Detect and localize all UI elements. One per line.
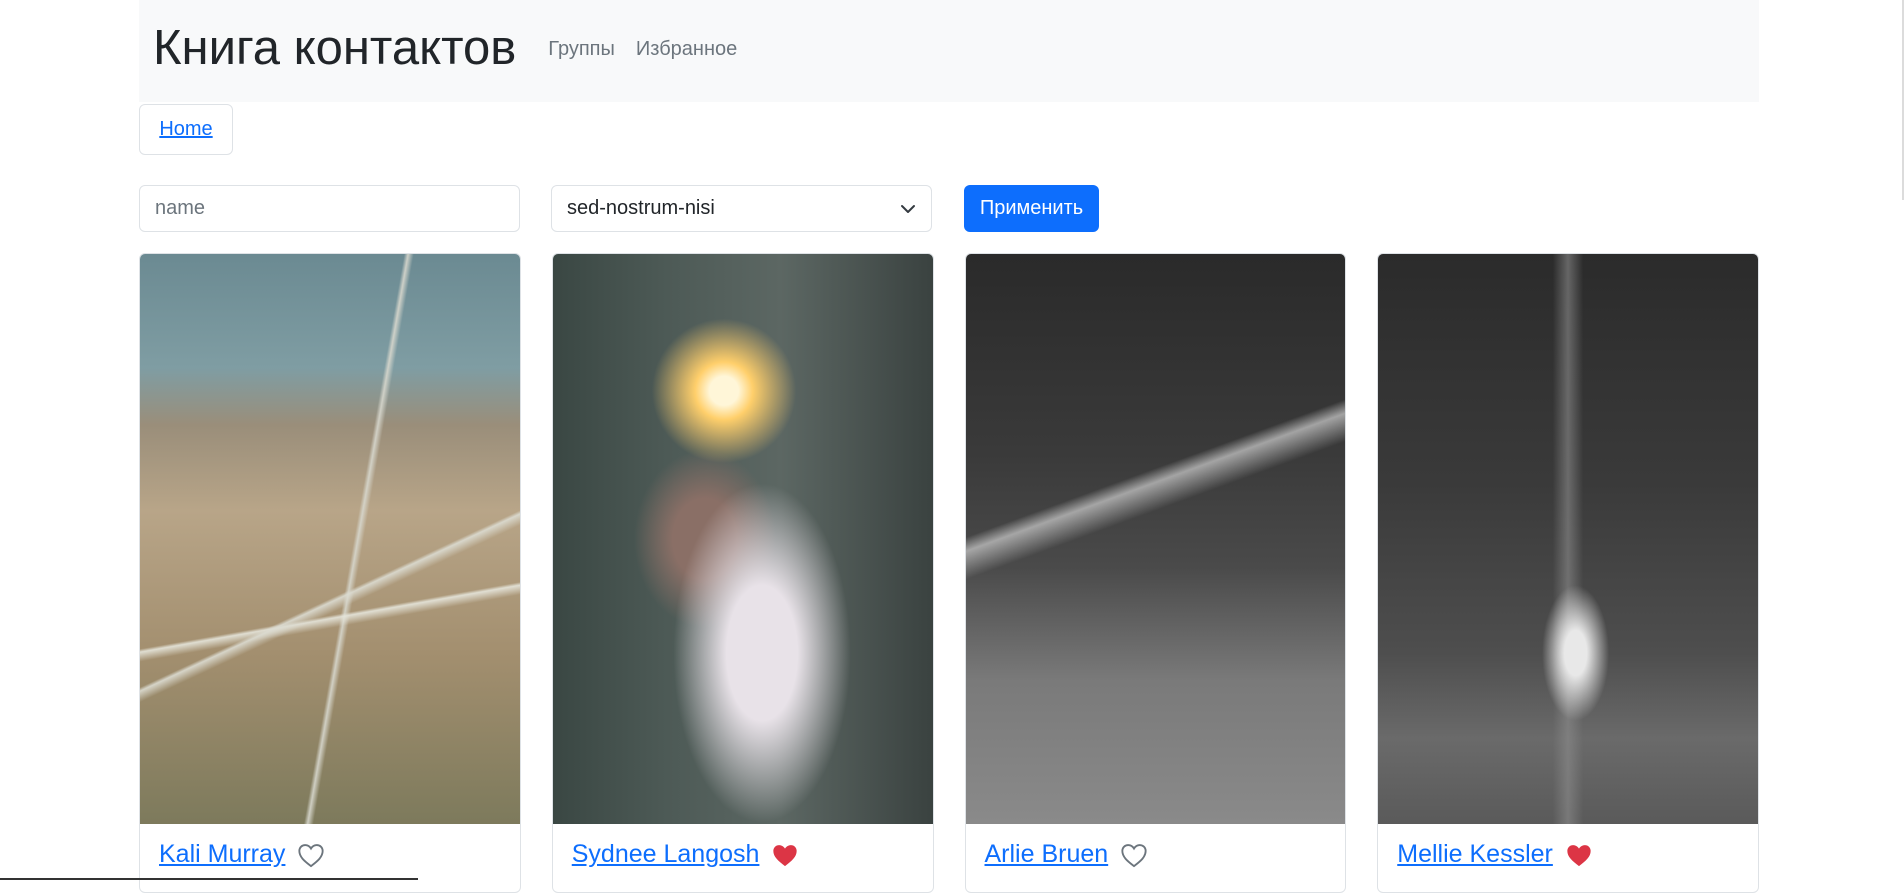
brand-title[interactable]: Книга контактов xyxy=(153,23,516,73)
contact-name-link[interactable]: Mellie Kessler xyxy=(1397,840,1553,869)
contact-card-body: Arlie Bruen xyxy=(985,840,1149,869)
contact-card: Mellie Kessler xyxy=(1377,253,1759,893)
contact-card: Kali Murray xyxy=(139,253,521,893)
contact-card-body: Kali Murray xyxy=(159,840,325,869)
contact-name-link[interactable]: Arlie Bruen xyxy=(985,840,1109,869)
navbar: Книга контактов Группы Избранное xyxy=(139,0,1759,102)
name-search-input[interactable] xyxy=(139,185,520,232)
heart-outline-icon[interactable] xyxy=(297,842,325,868)
contact-card: Arlie Bruen xyxy=(964,253,1347,893)
contact-photo[interactable] xyxy=(1378,254,1758,824)
group-select-value: sed-nostrum-nisi xyxy=(567,197,715,219)
group-select[interactable]: sed-nostrum-nisi xyxy=(551,185,932,232)
filter-bar: sed-nostrum-nisi Применить xyxy=(139,185,1759,232)
contact-photo[interactable] xyxy=(552,254,933,824)
nav-link-groups[interactable]: Группы xyxy=(548,38,615,61)
contact-photo[interactable] xyxy=(140,254,520,824)
contact-photo[interactable] xyxy=(965,254,1346,824)
page-container: Книга контактов Группы Избранное Home se… xyxy=(139,0,1759,893)
nav-link-favorites[interactable]: Избранное xyxy=(636,38,737,61)
contact-card: Sydnee Langosh xyxy=(551,253,934,893)
contacts-grid: Kali Murray Sydnee Langosh Arlie Bruen M… xyxy=(139,253,1759,893)
contact-name-link[interactable]: Sydnee Langosh xyxy=(572,840,760,869)
chevron-down-icon xyxy=(901,204,915,213)
contact-card-body: Sydnee Langosh xyxy=(572,840,800,869)
heart-filled-icon[interactable] xyxy=(771,842,799,868)
contact-card-body: Mellie Kessler xyxy=(1397,840,1593,869)
heart-outline-icon[interactable] xyxy=(1120,842,1148,868)
heart-filled-icon[interactable] xyxy=(1565,842,1593,868)
breadcrumb: Home xyxy=(139,104,233,155)
contact-name-link[interactable]: Kali Murray xyxy=(159,840,285,869)
breadcrumb-home-link[interactable]: Home xyxy=(159,118,212,141)
apply-button[interactable]: Применить xyxy=(964,185,1099,232)
